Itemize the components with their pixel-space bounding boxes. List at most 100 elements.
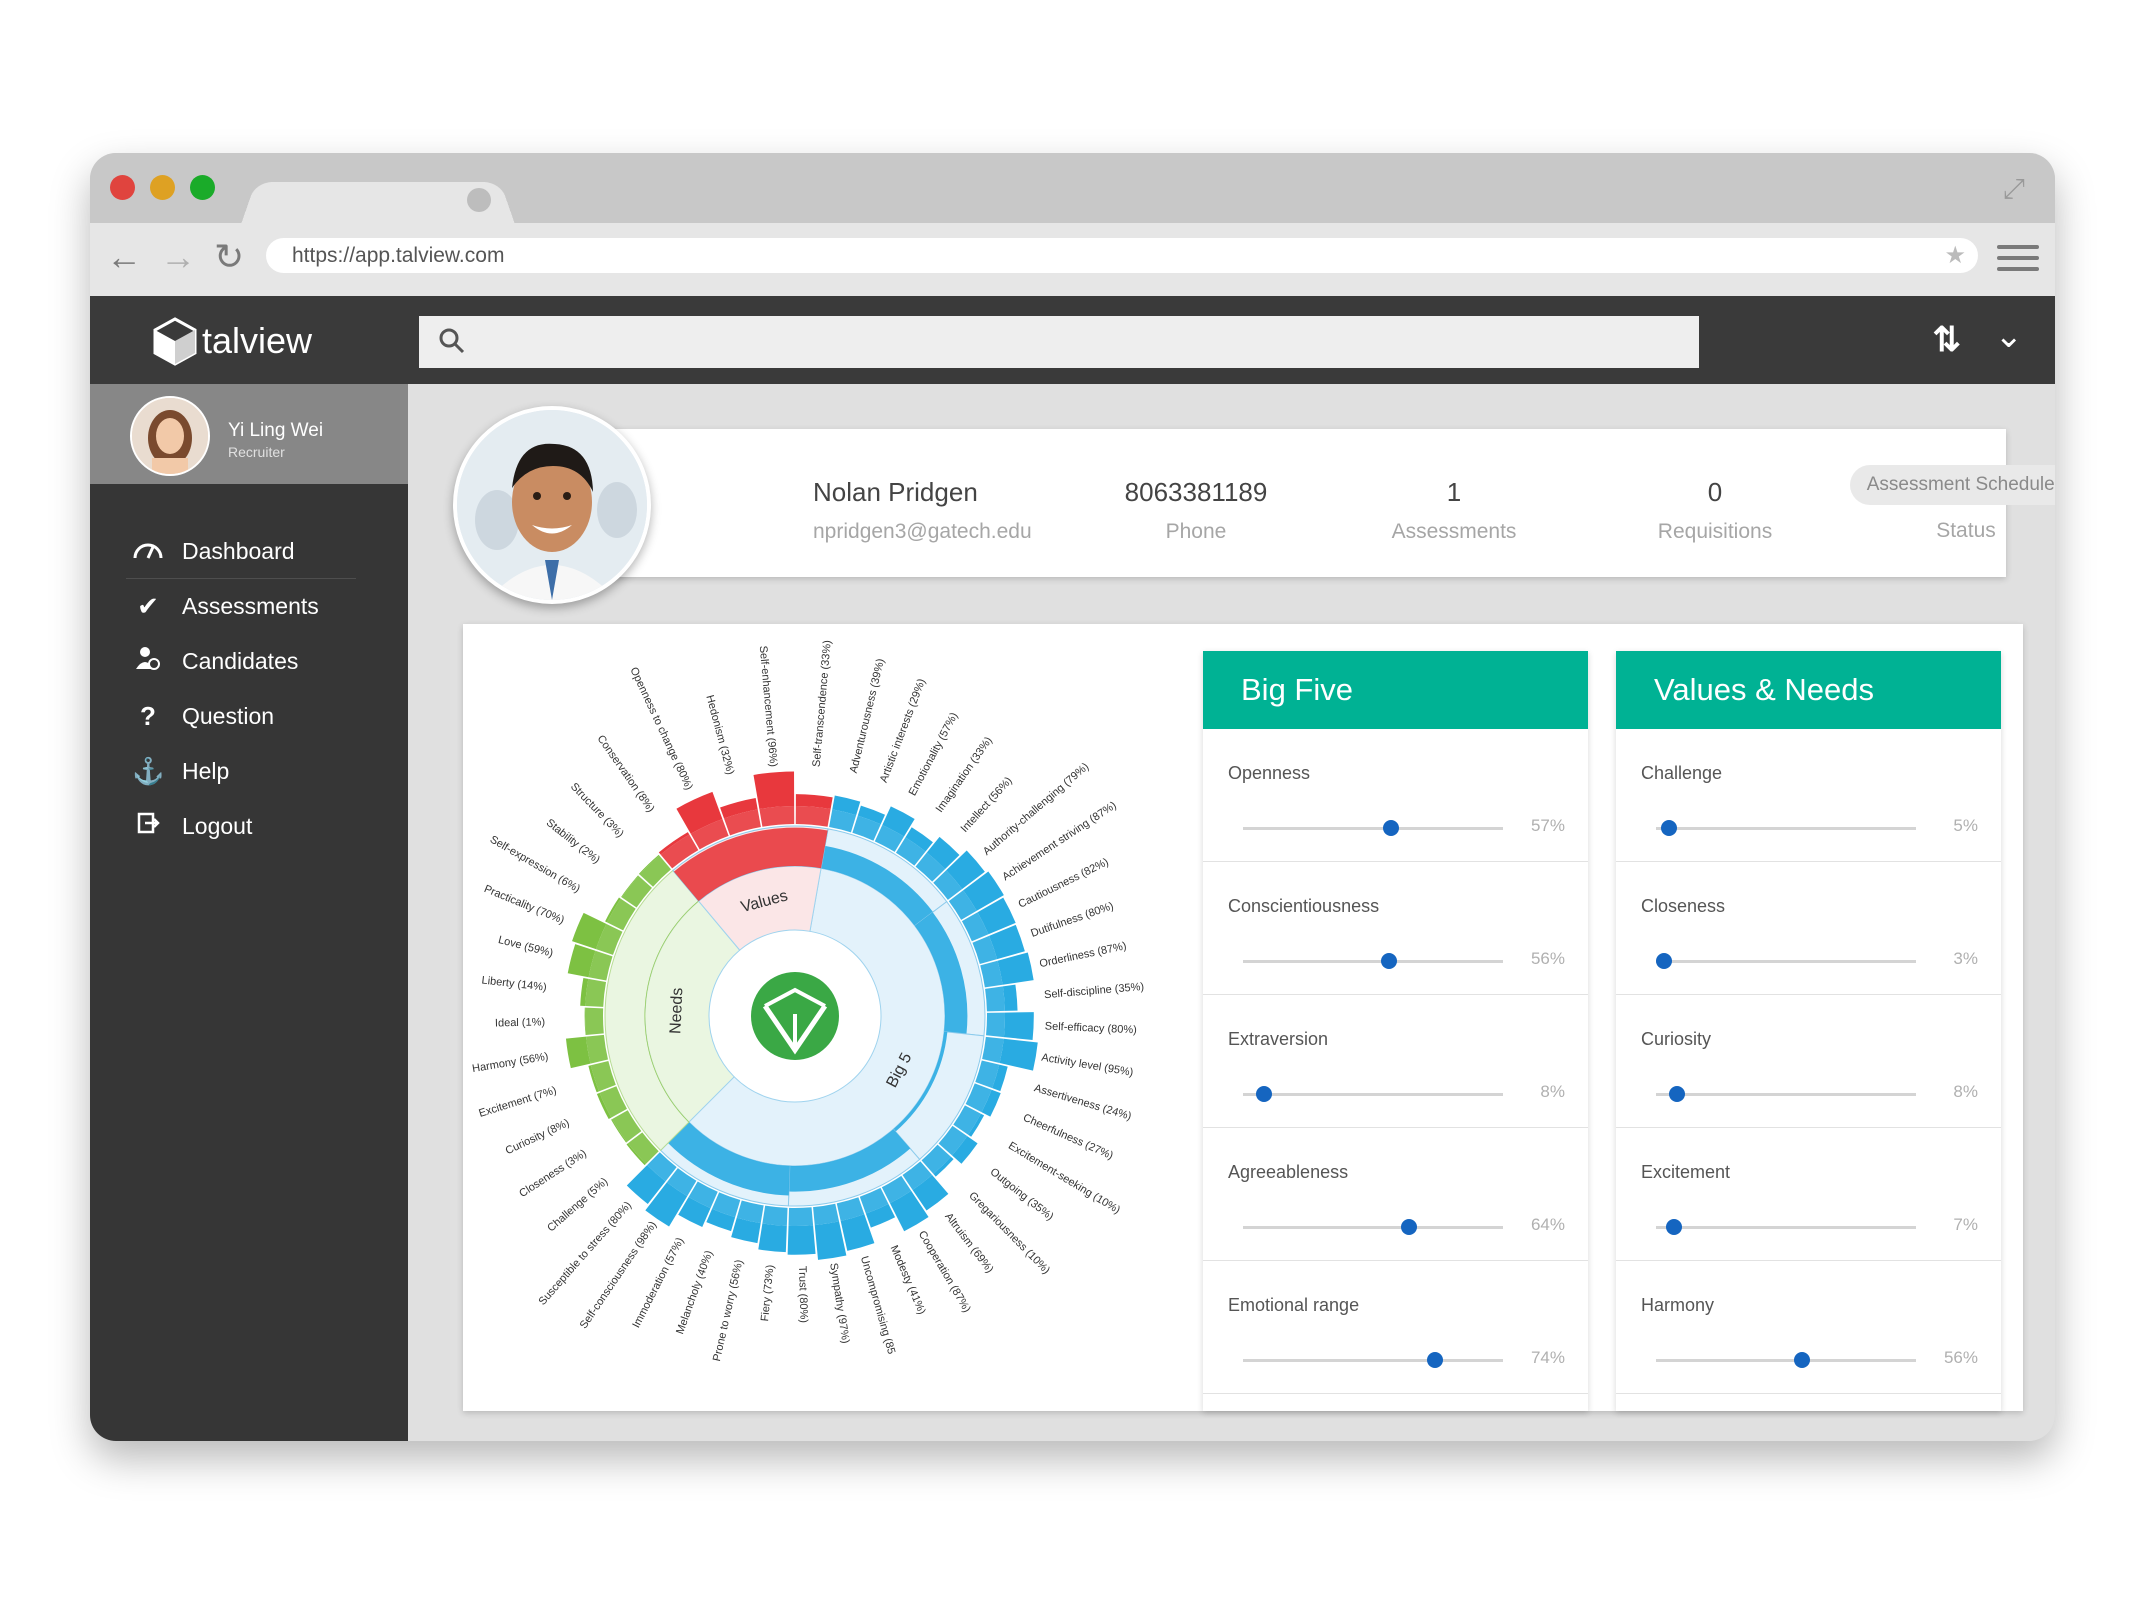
sidebar-item-help[interactable]: ⚓ Help [90,744,408,799]
search-bar[interactable] [419,316,1699,368]
trait-percent: 3% [1953,949,1978,968]
bookmark-star-icon[interactable]: ★ [1944,241,1966,270]
requisitions-count: 0 Requisitions [1615,477,1815,544]
trait-percent: 64% [1530,1215,1565,1234]
trait-slider-track[interactable] [1656,1086,1916,1102]
user-avatar [130,396,210,476]
trait-slider-track[interactable] [1656,1219,1916,1235]
close-window-button[interactable] [110,175,135,200]
candidate-identity: Nolan Pridgen npridgen3@gatech.edu [813,477,1032,544]
trait-slider-track[interactable] [1243,1219,1503,1235]
trait-slider-knob[interactable] [1661,820,1677,836]
facet-label: Hedonism (32%) [703,694,736,776]
user-card[interactable]: Yi Ling Wei Recruiter [90,384,408,484]
user-role: Recruiter [228,444,285,460]
trait-slider-knob[interactable] [1401,1219,1418,1235]
trait-percent: 8% [1540,1082,1565,1101]
sidebar-item-label: Logout [182,813,253,839]
status-label: Status [1936,519,1996,542]
requisitions-value: 0 [1707,477,1723,507]
browser-navbar: ← → ↻ https://app.talview.com ★ [90,223,2055,296]
facet-label: Prone to worry (56%) [711,1258,746,1362]
reload-icon[interactable]: ↻ [214,237,244,277]
address-bar[interactable]: https://app.talview.com ★ [266,238,1978,273]
values-needs-title: Values & Needs [1616,651,2001,729]
minimize-window-button[interactable] [150,175,175,200]
trait-percent: 5% [1953,816,1978,835]
big-five-row-agreeableness: Agreeableness 64% [1203,1128,1588,1261]
main-content: Nolan Pridgen npridgen3@gatech.edu 80633… [408,384,2055,1441]
assessments-value: 1 [1446,477,1462,507]
facet-label: Modesty (41%) [888,1244,928,1317]
personality-insights-panel: Adventurousness (39%) Artistic interests … [463,624,2023,1411]
browser-menu-icon[interactable] [1997,245,2039,275]
facet-label: Sympathy (97%) [827,1262,851,1344]
facet-label: Authority-challenging (79%) [981,761,1091,858]
big-five-panel: Big Five Openness 57% Conscientiousness 56%… [1203,651,1588,1411]
forward-arrow-icon[interactable]: → [160,237,196,277]
sidebar-item-assessments[interactable]: ✔ Assessments [90,579,408,634]
facet-label: Orderliness (87%) [1038,940,1127,970]
trait-name: Closeness [1641,896,1726,916]
trait-name: Curiosity [1641,1029,1712,1049]
facet-label: Susceptible to stress (80%) [536,1199,634,1307]
trait-percent: 74% [1530,1348,1565,1367]
facet-bar [1002,984,1018,1011]
trait-percent: 8% [1953,1082,1978,1101]
trait-name: Conscientiousness [1228,896,1380,916]
sidebar-item-label: Candidates [182,648,299,674]
facet-label: Excitement (7%) [477,1084,558,1119]
facet-label: Practicality (70%) [482,883,566,927]
talview-cube-icon [153,317,197,366]
trait-slider-track[interactable] [1655,953,1916,969]
facet-label: Trust (80%) [796,1266,810,1323]
sort-icon[interactable]: ⇅ [1933,320,1962,360]
trait-slider-track[interactable] [1656,1352,1916,1368]
back-arrow-icon[interactable]: ← [106,237,142,277]
tab-close-icon[interactable] [467,188,491,212]
trait-slider-knob[interactable] [1655,953,1672,969]
fullscreen-icon[interactable]: ⤢ [2003,173,2025,206]
facet-label: Uncompromising (85 [858,1255,897,1356]
trait-slider-knob[interactable] [1380,953,1397,969]
facet-bar [753,771,795,810]
values-needs-panel: Values & Needs Challenge 5% Closeness 3% Cur… [1616,651,2001,1411]
trait-percent: 57% [1530,816,1565,835]
trait-slider-track[interactable] [1243,1086,1503,1102]
trait-slider-knob[interactable] [1427,1352,1444,1368]
candidate-email[interactable]: npridgen3@gatech.edu [813,520,1032,544]
trait-slider-knob[interactable] [1383,820,1400,836]
sidebar-item-candidates[interactable]: Candidates [90,634,408,689]
facet-label: Fiery (73%) [759,1264,776,1322]
trait-slider-track[interactable] [1243,820,1503,836]
trait-name: Challenge [1641,763,1723,783]
big-five-row-openness: Openness 57% [1203,729,1588,862]
facet-base-arc [795,806,831,827]
trait-slider-knob[interactable] [1666,1219,1683,1235]
facet-bar [758,1223,787,1253]
maximize-window-button[interactable] [190,175,215,200]
dashboard-icon [132,536,164,567]
candidate-name: Nolan Pridgen [813,477,978,507]
chevron-down-icon[interactable]: ⌄ [1995,316,2024,356]
trait-slider-knob[interactable] [1793,1352,1810,1368]
facet-label: Ideal (1%) [495,1016,545,1029]
sidebar-item-question[interactable]: ? Question [90,689,408,744]
browser-window: ⤢ ← → ↻ https://app.talview.com ★ talvie… [90,153,2055,1441]
sidebar-item-label: Dashboard [182,538,295,564]
trait-slider-track[interactable] [1243,1352,1503,1368]
facet-label: Adventurousness (39%) [848,657,887,774]
facet-bar [814,1221,847,1260]
facet-base-arc [986,1012,1005,1038]
sidebar-item-logout[interactable]: Logout [90,799,408,854]
trait-slider-knob[interactable] [1668,1086,1685,1102]
logout-icon [132,811,164,842]
sidebar-item-label: Help [182,758,230,784]
trait-slider-track[interactable] [1243,953,1503,969]
brand-logo[interactable]: talview [150,316,312,366]
sidebar-item-dashboard[interactable]: Dashboard [90,524,408,579]
trait-slider-track[interactable] [1656,820,1916,836]
trait-slider-knob[interactable] [1255,1086,1272,1102]
facet-label: Stability (2%) [544,817,602,866]
facet-label: Structure (3%) [568,781,626,840]
